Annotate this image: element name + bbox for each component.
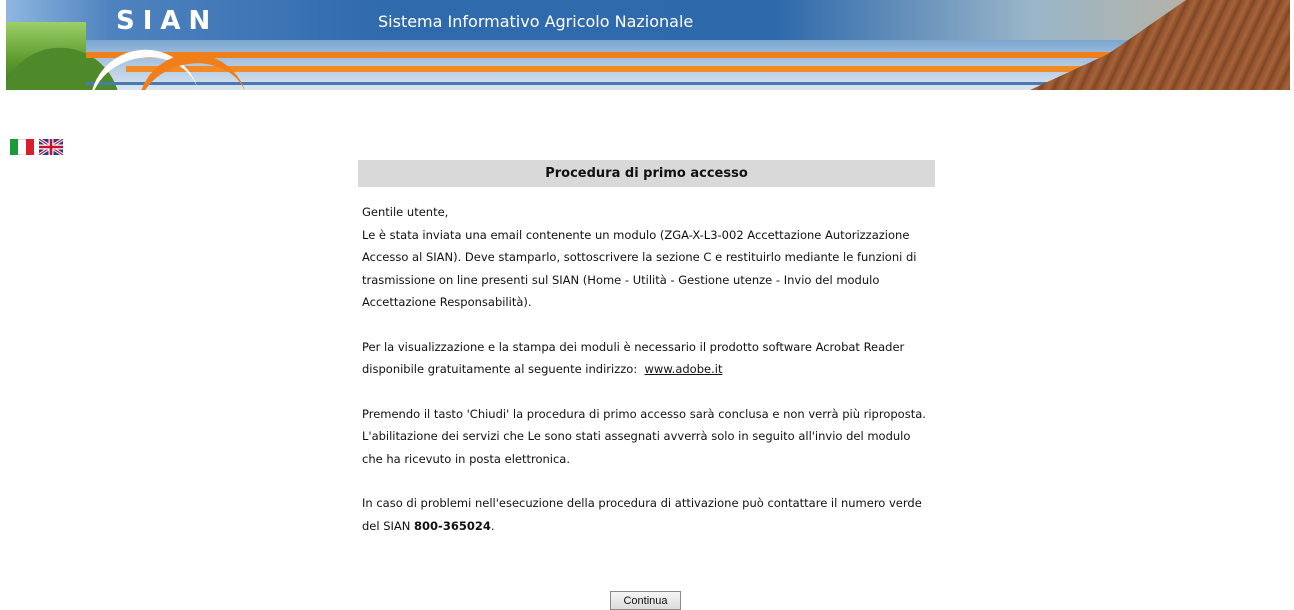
page-title: Procedura di primo accesso [358,160,935,187]
paragraph-close-info: Premendo il tasto 'Chiudi' la procedura … [362,406,926,466]
instructions-text: Gentile utente, Le è stata inviata una e… [358,187,935,537]
banner-stripe [126,66,1166,72]
banner-stripe [86,52,1146,58]
paragraph-acrobat: Per la visualizzazione e la stampa dei m… [362,336,931,381]
italian-flag-icon[interactable] [10,139,34,155]
first-access-panel: Procedura di primo accesso Gentile utent… [358,160,935,559]
language-selector [10,137,64,157]
site-title: Sistema Informativo Agricolo Nazionale [378,12,694,31]
uk-flag-icon[interactable] [38,137,64,157]
acrobat-text: Per la visualizzazione e la stampa dei m… [362,339,905,377]
paragraph-contact: In caso di problemi nell'esecuzione dell… [362,496,922,533]
paragraph-module-info: Le è stata inviata una email contenente … [362,227,917,310]
sian-logo: SIAN [116,6,219,36]
header-banner: SIAN Sistema Informativo Agricolo Nazion… [6,0,1290,90]
continue-button[interactable]: Continua [610,591,681,610]
adobe-link[interactable]: www.adobe.it [645,362,723,376]
phone-number: 800-365024 [414,518,491,533]
greeting-text: Gentile utente, [362,205,449,219]
